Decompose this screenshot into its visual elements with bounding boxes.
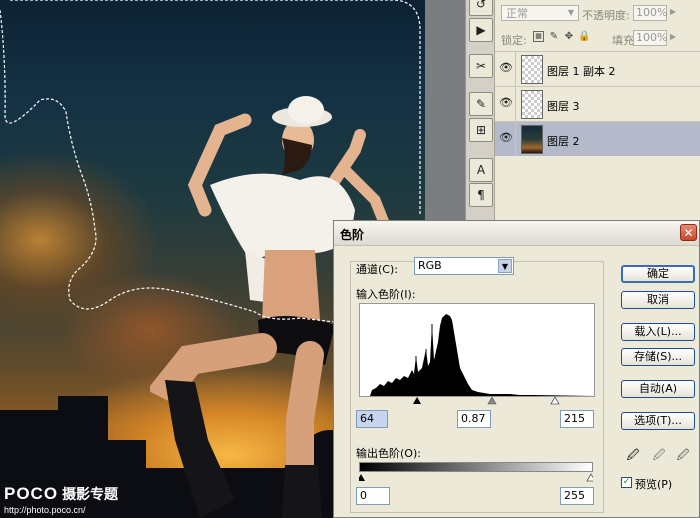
- tools-icon[interactable]: ✂: [469, 54, 493, 78]
- layer-thumbnail: [521, 55, 543, 84]
- divider: [515, 122, 516, 156]
- channel-value: RGB: [418, 259, 442, 272]
- load-button[interactable]: 载入(L)...: [621, 323, 695, 341]
- checkmark-icon: ✓: [622, 477, 631, 487]
- auto-button[interactable]: 自动(A): [621, 380, 695, 398]
- options-button[interactable]: 选项(T)...: [621, 412, 695, 430]
- lock-label: 锁定:: [501, 34, 527, 47]
- lock-all-icon[interactable]: 🔒: [578, 31, 590, 43]
- eye-icon[interactable]: 👁: [499, 62, 513, 74]
- output-black-handle[interactable]: [359, 474, 365, 481]
- channel-label: 通道(C):: [356, 263, 398, 276]
- input-levels-slider[interactable]: [359, 395, 593, 405]
- output-gradient-bar: [359, 462, 593, 472]
- ok-button[interactable]: 确定: [621, 265, 695, 283]
- stamp-icon[interactable]: ⊞: [469, 118, 493, 142]
- preview-label[interactable]: 预览(P): [635, 476, 672, 492]
- brush-presets-icon[interactable]: ✎: [469, 92, 493, 116]
- close-icon: ✕: [683, 226, 694, 240]
- blend-mode-value: 正常: [506, 7, 528, 20]
- opacity-input[interactable]: 100%: [633, 5, 667, 21]
- input-levels-label: 输入色阶(I):: [356, 288, 416, 301]
- lock-transparency-icon[interactable]: ▦: [533, 31, 544, 42]
- layers-panel: 正常 ▼ 不透明度: 100% ▶ 锁定: ▦ ✎ ✥ 🔒 填充: 100% ▶…: [494, 0, 700, 220]
- actions-play-icon[interactable]: ▶: [469, 18, 493, 42]
- lock-paint-icon[interactable]: ✎: [548, 31, 560, 43]
- watermark-url: http://photo.poco.cn/: [4, 505, 86, 515]
- dialog-title: 色阶: [340, 228, 365, 242]
- layer-row[interactable]: 👁 图层 3: [495, 86, 700, 121]
- layer-thumbnail: [521, 90, 543, 119]
- white-eyedropper-icon[interactable]: 🖉: [676, 447, 690, 463]
- eye-icon[interactable]: 👁: [499, 97, 513, 109]
- blend-mode-select[interactable]: 正常 ▼: [501, 5, 579, 21]
- lock-row: 锁定: ▦ ✎ ✥ 🔒 填充: 100% ▶: [495, 29, 700, 49]
- input-black-field[interactable]: 64: [356, 410, 388, 428]
- output-levels-label: 输出色阶(O):: [356, 447, 421, 460]
- preview-checkbox[interactable]: ✓: [621, 477, 632, 488]
- cancel-button[interactable]: 取消: [621, 291, 695, 309]
- output-black-field[interactable]: 0: [356, 487, 390, 505]
- divider: [515, 52, 516, 86]
- layer-name: 图层 1 副本 2: [547, 65, 616, 78]
- chevron-right-icon[interactable]: ▶: [670, 32, 676, 41]
- blend-row: 正常 ▼ 不透明度: 100% ▶: [495, 3, 700, 25]
- layer-name: 图层 3: [547, 100, 580, 113]
- layer-thumbnail: [521, 125, 543, 154]
- gamma-handle[interactable]: [487, 396, 497, 405]
- lock-position-icon[interactable]: ✥: [563, 31, 575, 43]
- channel-select[interactable]: RGB ▼: [414, 257, 514, 275]
- history-icon[interactable]: ↺: [469, 0, 493, 16]
- dialog-titlebar[interactable]: 色阶 ✕: [334, 221, 699, 246]
- watermark-subtitle: 摄影专题: [62, 486, 119, 502]
- layer-row[interactable]: 👁 图层 2: [495, 121, 700, 156]
- output-white-handle[interactable]: [586, 473, 593, 482]
- paragraph-panel-icon[interactable]: ¶: [469, 183, 493, 207]
- output-levels-slider[interactable]: [359, 472, 593, 482]
- watermark-logo: POCO: [4, 484, 59, 503]
- black-eyedropper-icon[interactable]: 🖉: [626, 447, 640, 463]
- eye-icon[interactable]: 👁: [499, 132, 513, 144]
- fill-input[interactable]: 100%: [633, 30, 667, 46]
- black-point-handle[interactable]: [413, 397, 421, 404]
- opacity-label: 不透明度:: [582, 9, 630, 22]
- input-white-field[interactable]: 215: [560, 410, 594, 428]
- levels-dialog: 色阶 ✕ 通道(C): RGB ▼ 输入色阶(I): 64 0.87 215 输…: [333, 220, 700, 518]
- histogram: [359, 303, 595, 397]
- chevron-right-icon[interactable]: ▶: [670, 7, 676, 16]
- divider: [515, 87, 516, 121]
- chevron-down-icon: ▼: [567, 8, 575, 17]
- input-gamma-field[interactable]: 0.87: [457, 410, 491, 428]
- layer-name: 图层 2: [547, 135, 580, 148]
- watermark: POCO 摄影专题 http://photo.poco.cn/: [4, 484, 118, 515]
- gray-eyedropper-icon[interactable]: 🖉: [652, 447, 666, 463]
- chevron-down-icon: ▼: [498, 259, 512, 273]
- layer-row[interactable]: 👁 图层 1 副本 2: [495, 51, 700, 86]
- output-white-field[interactable]: 255: [560, 487, 594, 505]
- white-point-handle[interactable]: [550, 396, 560, 405]
- close-button[interactable]: ✕: [680, 224, 697, 241]
- save-button[interactable]: 存储(S)...: [621, 348, 695, 366]
- character-panel-icon[interactable]: A: [469, 158, 493, 182]
